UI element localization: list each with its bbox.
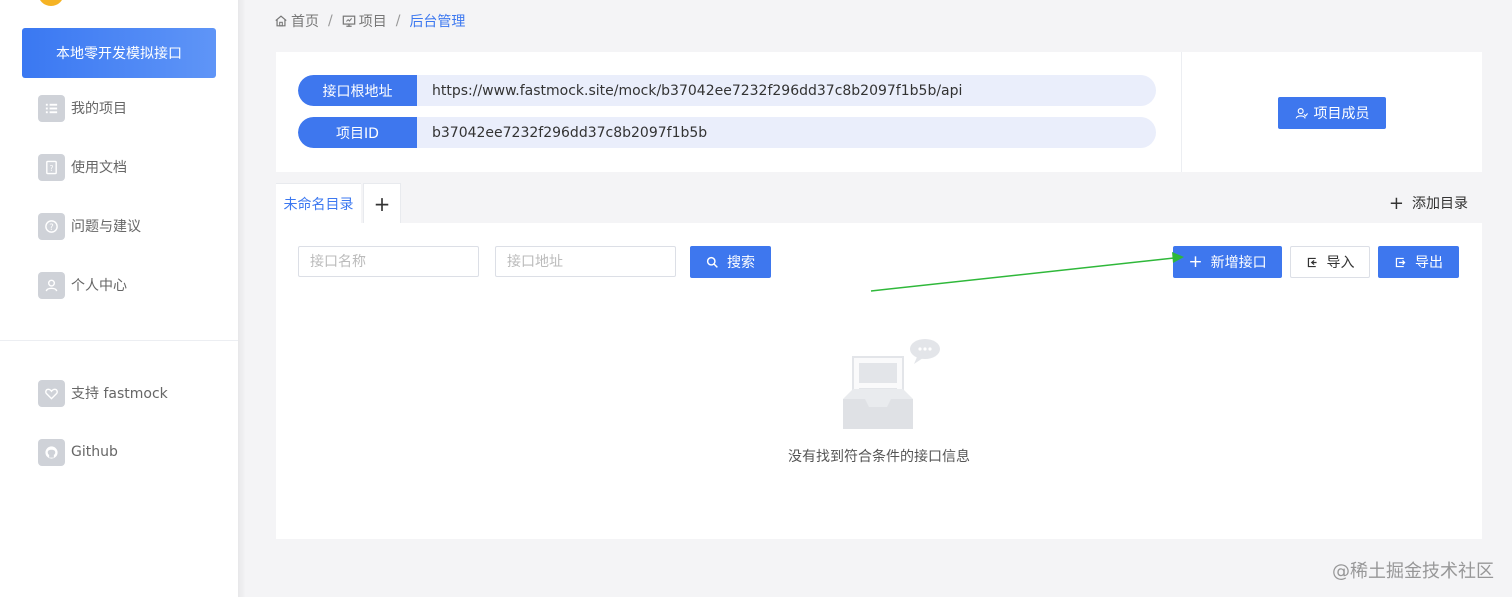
project-members-button[interactable]: 项目成员 <box>1278 97 1386 129</box>
sidebar-item-label: 个人中心 <box>71 278 127 294</box>
sidebar-shadow <box>238 0 246 597</box>
add-directory-button[interactable]: + 添加目录 <box>1389 192 1468 214</box>
tab-label: 未命名目录 <box>283 196 354 213</box>
breadcrumb-separator: / <box>395 13 401 29</box>
sidebar-item-feedback[interactable]: ? 问题与建议 <box>38 211 141 241</box>
search-icon <box>706 256 718 268</box>
add-directory-label: 添加目录 <box>1412 196 1468 212</box>
sidebar-item-label: 我的项目 <box>71 101 127 117</box>
import-label: 导入 <box>1326 255 1355 271</box>
export-button[interactable]: 导出 <box>1378 246 1459 278</box>
root-url-value: https://www.fastmock.site/mock/b37042ee7… <box>432 82 963 99</box>
sidebar: 本地零开发模拟接口 我的项目 ? 使用文档 ? 问题与建议 个人中心 支持 fa… <box>0 0 238 597</box>
interface-list-panel: 搜索 + 新增接口 导入 导出 没有找到符合条件的接口信息 <box>276 223 1482 539</box>
home-icon <box>275 15 287 27</box>
project-id-value: b37042ee7232f296dd37c8b2097f1b5b <box>432 124 708 141</box>
svg-text:?: ? <box>50 163 54 172</box>
empty-message: 没有找到符合条件的接口信息 <box>788 449 970 465</box>
new-interface-label: 新增接口 <box>1210 255 1267 271</box>
project-id-label: 项目ID <box>298 117 417 148</box>
project-info-card: 接口根地址 https://www.fastmock.site/mock/b37… <box>276 52 1482 172</box>
import-icon <box>1307 257 1317 267</box>
search-button[interactable]: 搜索 <box>690 246 771 278</box>
monitor-icon <box>342 15 356 27</box>
sidebar-item-label: 本地零开发模拟接口 <box>56 46 182 62</box>
export-label: 导出 <box>1415 255 1443 271</box>
watermark: @稀土掘金技术社区 <box>1332 561 1494 582</box>
sidebar-item-support[interactable]: 支持 fastmock <box>38 378 168 408</box>
svg-text:?: ? <box>49 221 53 231</box>
plus-icon: + <box>1188 251 1203 272</box>
import-button[interactable]: 导入 <box>1290 246 1370 278</box>
directory-tabs: 未命名目录 + + 添加目录 <box>276 183 1482 223</box>
empty-inbox-illustration <box>843 339 940 429</box>
search-label: 搜索 <box>727 255 755 271</box>
sidebar-item-mock-api[interactable]: 本地零开发模拟接口 <box>22 28 216 78</box>
interface-url-input[interactable] <box>495 246 676 277</box>
members-icon <box>1295 107 1308 119</box>
sidebar-item-label: Github <box>71 444 118 460</box>
sidebar-item-label: 支持 fastmock <box>71 386 168 402</box>
breadcrumb: 首页 / 项目 / 后台管理 <box>274 10 465 32</box>
sidebar-item-my-projects[interactable]: 我的项目 <box>38 93 127 123</box>
project-members-label: 项目成员 <box>1313 106 1370 122</box>
sidebar-item-docs[interactable]: ? 使用文档 <box>38 152 127 182</box>
logo <box>38 0 64 6</box>
document-icon: ? <box>38 153 65 181</box>
breadcrumb-project-label: 项目 <box>358 14 387 30</box>
breadcrumb-home-label: 首页 <box>291 14 319 30</box>
heart-icon <box>38 379 65 407</box>
sidebar-item-profile[interactable]: 个人中心 <box>38 270 127 300</box>
project-id-row: 项目ID b37042ee7232f296dd37c8b2097f1b5b <box>298 117 1156 148</box>
export-icon <box>1395 257 1406 267</box>
interface-name-input[interactable] <box>298 246 479 277</box>
sidebar-item-github[interactable]: Github <box>38 437 118 467</box>
sidebar-item-label: 问题与建议 <box>71 219 141 235</box>
root-url-label: 接口根地址 <box>298 75 417 106</box>
tab-unnamed-directory[interactable]: 未命名目录 <box>276 183 361 223</box>
breadcrumb-home[interactable]: 首页 <box>274 11 319 31</box>
new-interface-button[interactable]: + 新增接口 <box>1173 246 1282 278</box>
sidebar-item-label: 使用文档 <box>71 160 127 176</box>
info-divider <box>1181 52 1182 172</box>
github-icon <box>38 438 65 466</box>
breadcrumb-project[interactable]: 项目 <box>342 11 387 31</box>
breadcrumb-separator: / <box>328 13 333 29</box>
sidebar-divider <box>0 340 238 341</box>
list-icon <box>38 94 65 122</box>
add-tab-button[interactable]: + <box>363 183 401 223</box>
breadcrumb-current: 后台管理 <box>409 14 466 30</box>
plus-icon: + <box>1388 192 1404 214</box>
plus-icon: + <box>373 191 391 216</box>
question-icon: ? <box>38 212 65 240</box>
user-icon <box>38 271 65 299</box>
root-url-row: 接口根地址 https://www.fastmock.site/mock/b37… <box>298 75 1156 106</box>
